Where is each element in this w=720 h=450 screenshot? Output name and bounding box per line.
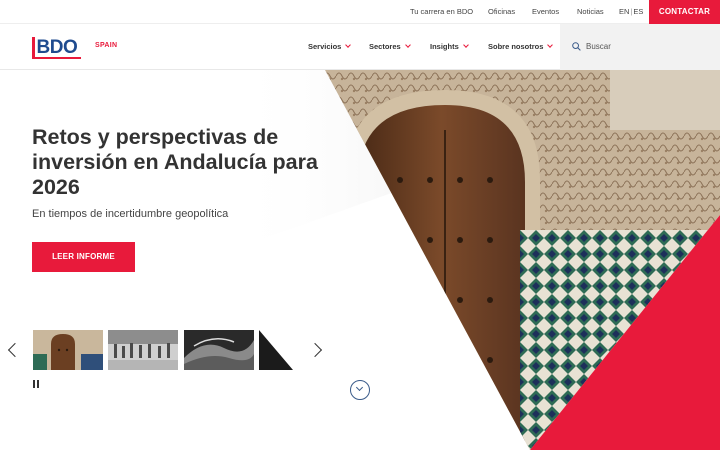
logo-red-bar [32,36,35,58]
nav-item-about[interactable]: Sobre nosotros [488,42,554,51]
contact-button[interactable]: CONTACTAR [649,0,720,24]
coastal-cliff-thumbnail-image [184,330,254,370]
nav-item-label: Sobre nosotros [488,42,544,51]
moorish-door-thumbnail-image [33,330,103,370]
hero-banner: Retos y perspectivas de inversión en And… [0,70,720,450]
hero-subtitle: En tiempos de incertidumbre geopolítica [32,208,229,220]
top-utility-bar: Tu carrera en BDO Oficinas Eventos Notic… [0,0,720,24]
nav-item-label: Insights [430,42,459,51]
carousel-thumbnail[interactable] [108,330,178,370]
search-placeholder: Buscar [586,42,611,51]
main-nav: BDO SPAIN Servicios Sectores Insights So… [0,24,720,70]
search-box[interactable]: Buscar [560,24,720,70]
bdo-logo[interactable]: BDO [32,36,78,58]
nav-item-label: Servicios [308,42,342,51]
language-switcher: EN|ES [619,7,643,16]
dark-triangle-thumbnail-image [259,330,293,370]
search-icon [572,42,581,51]
offices-link[interactable]: Oficinas [488,7,515,16]
crowd-street-thumbnail-image [108,330,178,370]
chevron-down-icon [462,42,469,48]
country-label: SPAIN [95,42,118,49]
read-report-button[interactable]: LEER INFORME [32,242,135,272]
carousel-thumbnail[interactable] [184,330,254,370]
carousel-thumbnail[interactable] [33,330,103,370]
nav-item-sectors[interactable]: Sectores [369,42,411,51]
nav-item-services[interactable]: Servicios [308,42,352,51]
carousel-thumbnail[interactable] [259,330,293,370]
logo-wordmark: BDO [36,36,78,58]
chevron-down-icon [404,42,411,48]
logo-underline [32,57,81,59]
hero-title: Retos y perspectivas de inversión en And… [32,125,318,199]
nav-item-label: Sectores [369,42,401,51]
scroll-down-icon[interactable] [350,380,370,400]
news-link[interactable]: Noticias [577,7,604,16]
nav-item-insights[interactable]: Insights [430,42,469,51]
pause-icon[interactable] [33,380,39,388]
lang-en-link[interactable]: EN [619,7,629,16]
page: Tu carrera en BDO Oficinas Eventos Notic… [0,0,720,450]
chevron-down-icon [345,42,352,48]
lang-es-link[interactable]: ES [633,7,643,16]
events-link[interactable]: Eventos [532,7,559,16]
chevron-down-icon [547,42,554,48]
careers-link[interactable]: Tu carrera en BDO [410,7,473,16]
